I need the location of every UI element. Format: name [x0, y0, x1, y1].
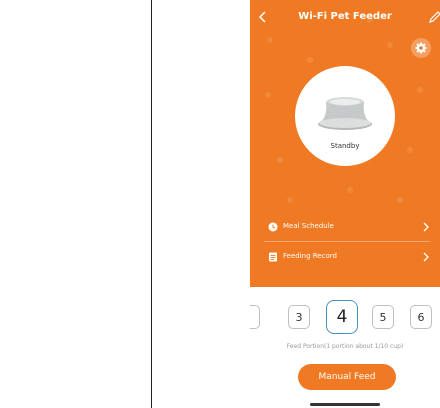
meal-schedule-label: Meal Schedule [283, 222, 334, 230]
portion-option-selected[interactable]: 4 [326, 300, 358, 334]
back-icon[interactable] [256, 10, 270, 24]
chevron-right-icon [423, 252, 429, 262]
portion-option-partial[interactable] [250, 305, 260, 329]
divider-line [151, 0, 152, 408]
feeding-record-label: Feeding Record [283, 252, 337, 260]
record-icon [269, 252, 277, 262]
gear-icon [415, 42, 427, 54]
clock-icon [268, 222, 278, 232]
device-status-circle[interactable]: Standby [295, 66, 395, 166]
settings-button[interactable] [411, 38, 431, 58]
chevron-right-icon [423, 222, 429, 232]
feeder-panel: Wi-Fi Pet Feeder Standby Meal Schedule F… [250, 0, 440, 287]
meal-schedule-row[interactable]: Meal Schedule [250, 212, 440, 242]
app-header: Wi-Fi Pet Feeder [250, 8, 440, 28]
portion-option[interactable]: 3 [288, 305, 310, 329]
app-screen: Wi-Fi Pet Feeder Standby Meal Schedule F… [250, 0, 440, 408]
portion-picker[interactable]: 3 4 5 6 [250, 300, 440, 336]
edit-icon[interactable] [428, 10, 440, 24]
portion-option[interactable]: 6 [410, 305, 432, 329]
portion-caption: Feed Portion(1 portion about 1/10 cup) [286, 343, 404, 350]
pet-bowl-icon [318, 97, 372, 130]
manual-feed-button[interactable]: Manual Feed [298, 364, 396, 390]
device-status: Standby [330, 142, 360, 150]
portion-option[interactable]: 5 [372, 305, 394, 329]
feeding-record-row[interactable]: Feeding Record [250, 242, 440, 272]
home-indicator [310, 403, 380, 406]
page-title: Wi-Fi Pet Feeder [298, 11, 392, 22]
